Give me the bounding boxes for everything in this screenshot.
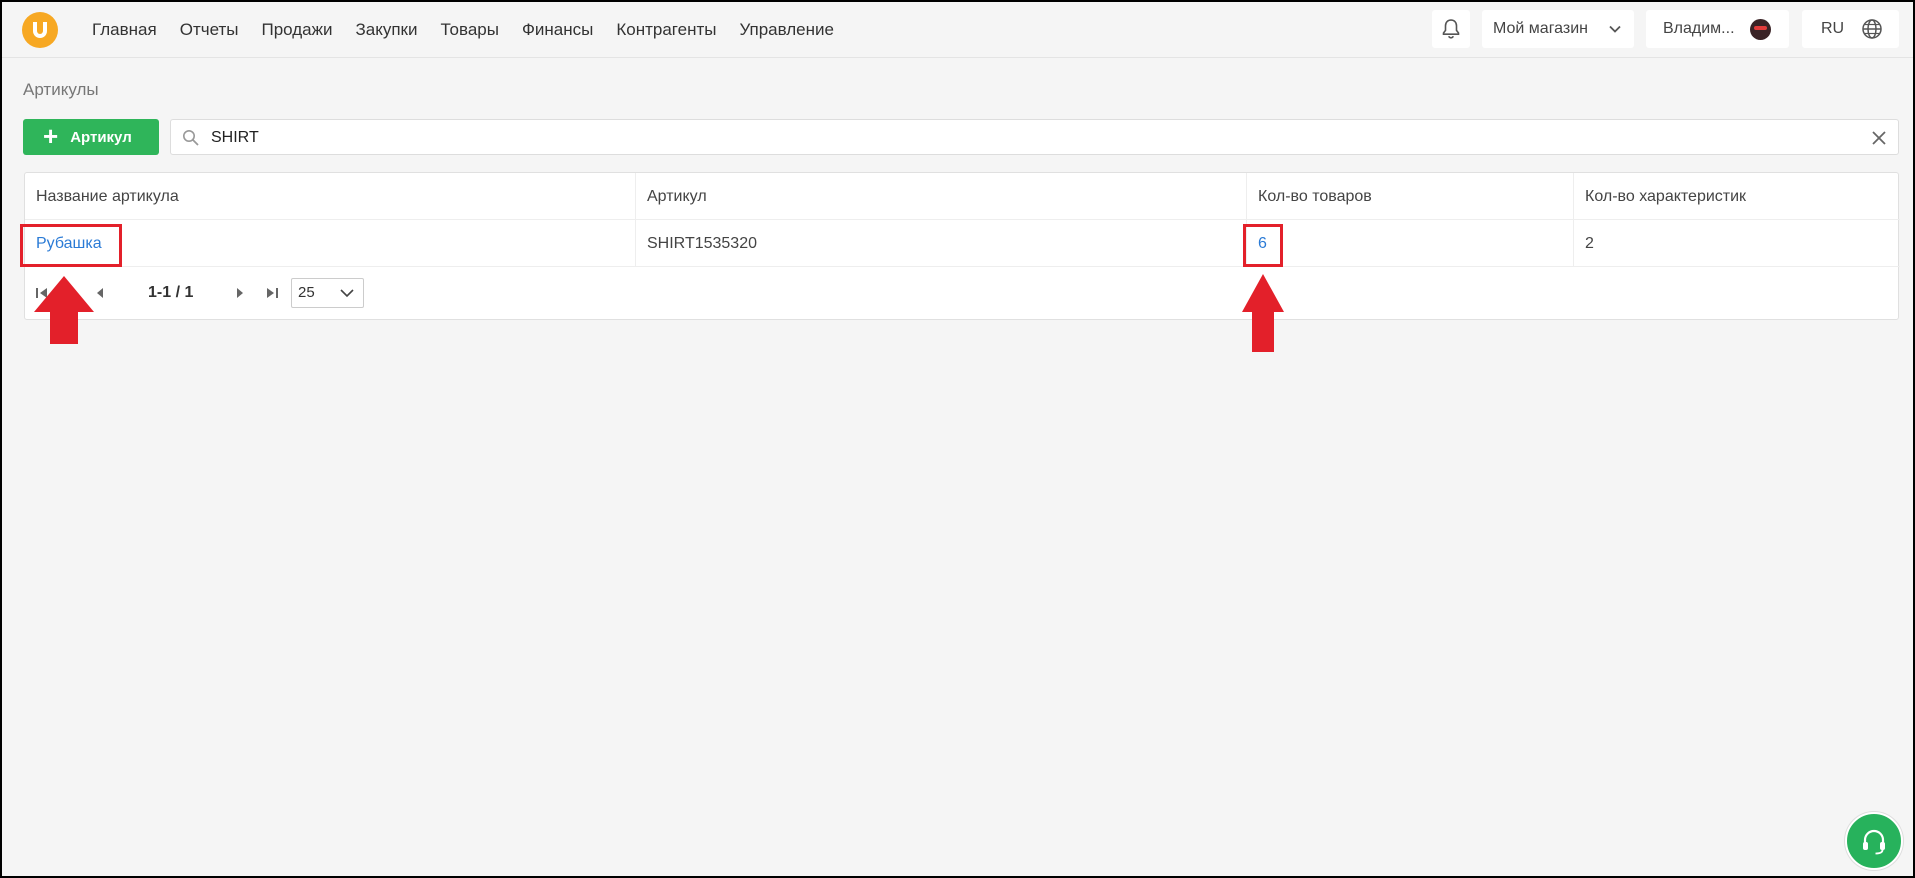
page-range: 1-1 / 1 [148,284,194,301]
annotation-highlight-name [20,224,122,267]
last-page-icon[interactable] [265,287,279,299]
table-row-props-cell: 2 [1574,220,1900,267]
search-input[interactable] [211,127,1811,149]
language-label: RU [1821,20,1845,37]
nav-item-products[interactable]: Товары [440,20,498,40]
articles-table: Название артикула Артикул Кол-во товаров… [24,172,1900,320]
close-icon[interactable] [1870,129,1888,147]
column-header-items-count[interactable]: Кол-во товаров [1247,173,1574,220]
prev-page-icon[interactable] [95,287,105,299]
next-page-icon[interactable] [235,287,245,299]
nav-item-home[interactable]: Главная [92,20,157,40]
store-label: Мой магазин [1493,20,1588,37]
top-header: Главная Отчеты Продажи Закупки Товары Фи… [2,2,1913,58]
column-header-name[interactable]: Название артикула [25,173,636,220]
annotation-arrow-up-icon [1242,274,1284,352]
annotation-arrow-up-icon [34,276,94,344]
chevron-down-icon [340,289,354,298]
main-nav: Главная Отчеты Продажи Закупки Товары Фи… [92,2,857,58]
nav-item-reports[interactable]: Отчеты [180,20,239,40]
column-header-sku[interactable]: Артикул [636,173,1247,220]
user-menu[interactable]: Владим... [1646,10,1789,48]
column-header-props-count[interactable]: Кол-во характеристик [1574,173,1900,220]
bell-icon [1442,19,1460,39]
globe-icon [1862,19,1882,39]
store-selector[interactable]: Мой магазин [1482,10,1634,48]
nav-item-purchases[interactable]: Закупки [355,20,417,40]
plus-icon: + [43,121,59,151]
search-bar [170,119,1899,155]
annotation-highlight-count [1243,224,1283,267]
support-chat-button[interactable] [1845,812,1903,870]
nav-item-sales[interactable]: Продажи [261,20,332,40]
add-article-button[interactable]: + Артикул [23,119,159,155]
avatar [1750,19,1771,40]
user-name: Владим... [1663,20,1735,37]
search-icon [183,130,199,146]
nav-item-management[interactable]: Управление [739,20,834,40]
page-title: Артикулы [23,80,99,99]
headset-icon [1863,829,1885,855]
app-window: Главная Отчеты Продажи Закупки Товары Фи… [2,2,1913,876]
per-page-select[interactable]: 25 [291,278,364,308]
add-article-label: Артикул [70,128,132,146]
chevron-down-icon [1609,25,1621,33]
language-selector[interactable]: RU [1802,10,1899,48]
pagination: 1-1 / 1 25 [25,267,1900,319]
table-row-sku-cell: SHIRT1535320 [636,220,1247,267]
per-page-value: 25 [298,284,315,301]
table-row-items-cell: 6 [1247,220,1574,267]
app-logo[interactable] [22,12,58,48]
nav-item-finance[interactable]: Финансы [522,20,593,40]
notifications-button[interactable] [1432,10,1470,48]
nav-item-contractors[interactable]: Контрагенты [616,20,716,40]
